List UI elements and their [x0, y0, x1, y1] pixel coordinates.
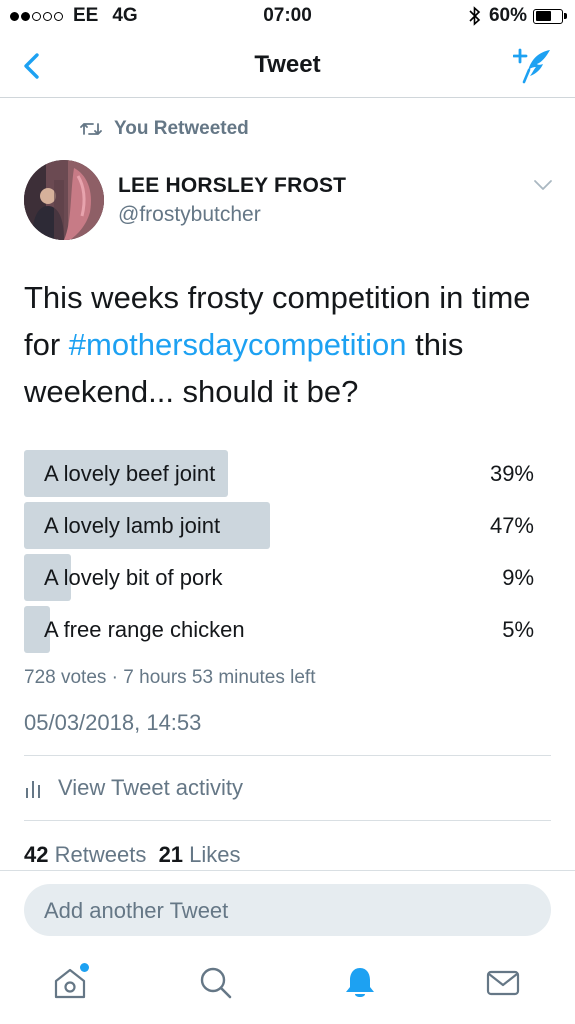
battery-percent: 60% — [488, 5, 527, 26]
author-handle[interactable]: @frostybutcher — [118, 203, 261, 227]
analytics-bars-icon — [26, 781, 40, 798]
poll: A lovely beef joint 39% A lovely lamb jo… — [24, 450, 534, 658]
likes-label: Likes — [189, 842, 241, 867]
poll-option-label: A free range chicken — [44, 617, 245, 642]
retweets-stat[interactable]: 42 Retweets — [24, 842, 146, 867]
view-tweet-activity-button[interactable]: View Tweet activity — [24, 775, 243, 801]
poll-option-label: A lovely lamb joint — [44, 513, 221, 538]
bluetooth-icon — [469, 6, 481, 26]
poll-option-label: A lovely beef joint — [44, 461, 216, 486]
battery-icon — [533, 8, 567, 24]
tweet-stats: 42 Retweets 21 Likes — [24, 842, 241, 868]
retweets-label: Retweets — [54, 842, 147, 867]
poll-option-percent: 47% — [489, 513, 534, 538]
poll-option-percent: 9% — [502, 565, 534, 590]
hashtag-link[interactable]: #mothersdaycompetition — [69, 327, 407, 362]
poll-option-percent: 39% — [489, 461, 534, 486]
poll-option-percent: 5% — [502, 617, 534, 642]
search-icon[interactable] — [196, 963, 236, 1003]
notifications-bell-icon[interactable] — [340, 963, 380, 1003]
likes-count: 21 — [158, 842, 184, 867]
home-badge-dot — [80, 963, 89, 972]
messages-envelope-icon[interactable] — [483, 963, 523, 1003]
poll-option-label: A lovely bit of pork — [44, 565, 223, 590]
divider — [24, 820, 551, 821]
avatar-image — [24, 160, 104, 240]
poll-option: A lovely bit of pork 9% — [24, 554, 534, 601]
likes-stat[interactable]: 21 Likes — [159, 842, 241, 867]
retweet-context: You Retweeted — [80, 118, 249, 140]
battery-level — [535, 11, 551, 21]
compose-tweet-icon[interactable] — [513, 46, 553, 86]
author-name[interactable]: LEE HORSLEY FROST — [118, 174, 346, 198]
add-another-tweet-input[interactable]: Add another Tweet — [24, 884, 551, 936]
view-tweet-activity-label: View Tweet activity — [58, 775, 244, 800]
avatar[interactable] — [24, 160, 104, 240]
divider — [0, 870, 575, 871]
page-title: Tweet — [254, 51, 321, 78]
retweets-count: 42 — [24, 842, 49, 867]
retweet-icon — [80, 123, 102, 135]
retweet-context-label: You Retweeted — [114, 118, 249, 139]
tweet-text: This weeks frosty competition in time fo… — [24, 274, 554, 415]
navigation-bar: Tweet — [0, 34, 575, 98]
chevron-down-icon[interactable] — [533, 178, 553, 192]
status-bar-right: 60% — [469, 5, 567, 27]
poll-option: A lovely lamb joint 47% — [24, 502, 534, 549]
status-bar: EE 4G 07:00 60% — [0, 0, 575, 34]
reply-placeholder: Add another Tweet — [44, 898, 229, 923]
tweet-timestamp: 05/03/2018, 14:53 — [24, 710, 202, 735]
poll-meta: 728 votes · 7 hours 53 minutes left — [24, 667, 316, 688]
poll-option: A lovely beef joint 39% — [24, 450, 534, 497]
tab-bar — [0, 945, 575, 1024]
divider — [24, 755, 551, 756]
poll-option: A free range chicken 5% — [24, 606, 534, 653]
